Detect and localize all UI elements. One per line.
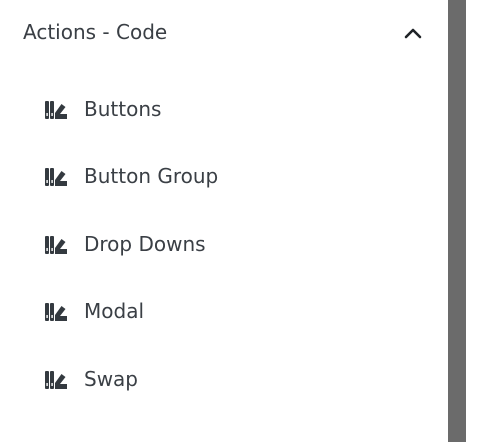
nav-item-button-group[interactable]: Button Group <box>0 143 448 210</box>
nav-item-modal[interactable]: Modal <box>0 278 448 345</box>
nav-item-label: Modal <box>84 299 144 324</box>
page: Actions - Code Buttons Button Group Drop… <box>0 0 493 442</box>
nav-item-label: Button Group <box>84 164 219 189</box>
right-gutter <box>466 0 493 442</box>
swatchbook-icon <box>44 235 68 255</box>
nav-item-label: Drop Downs <box>84 231 206 256</box>
swatchbook-icon <box>44 100 68 120</box>
chevron-up-icon[interactable] <box>402 24 424 42</box>
section-header-actions-code[interactable]: Actions - Code <box>0 0 448 66</box>
nav-item-drop-downs[interactable]: Drop Downs <box>0 211 448 278</box>
section-title: Actions - Code <box>23 20 168 44</box>
nav-item-swap[interactable]: Swap <box>0 346 448 413</box>
swatchbook-icon <box>44 302 68 322</box>
sidebar-menu: Actions - Code Buttons Button Group Drop… <box>0 0 448 442</box>
swatchbook-icon <box>44 167 68 187</box>
nav-list: Buttons Button Group Drop Downs Modal Sw… <box>0 76 448 413</box>
nav-item-buttons[interactable]: Buttons <box>0 76 448 143</box>
nav-item-label: Buttons <box>84 97 162 121</box>
scrollbar[interactable] <box>448 0 466 442</box>
nav-item-label: Swap <box>84 366 139 391</box>
swatchbook-icon <box>44 370 68 390</box>
